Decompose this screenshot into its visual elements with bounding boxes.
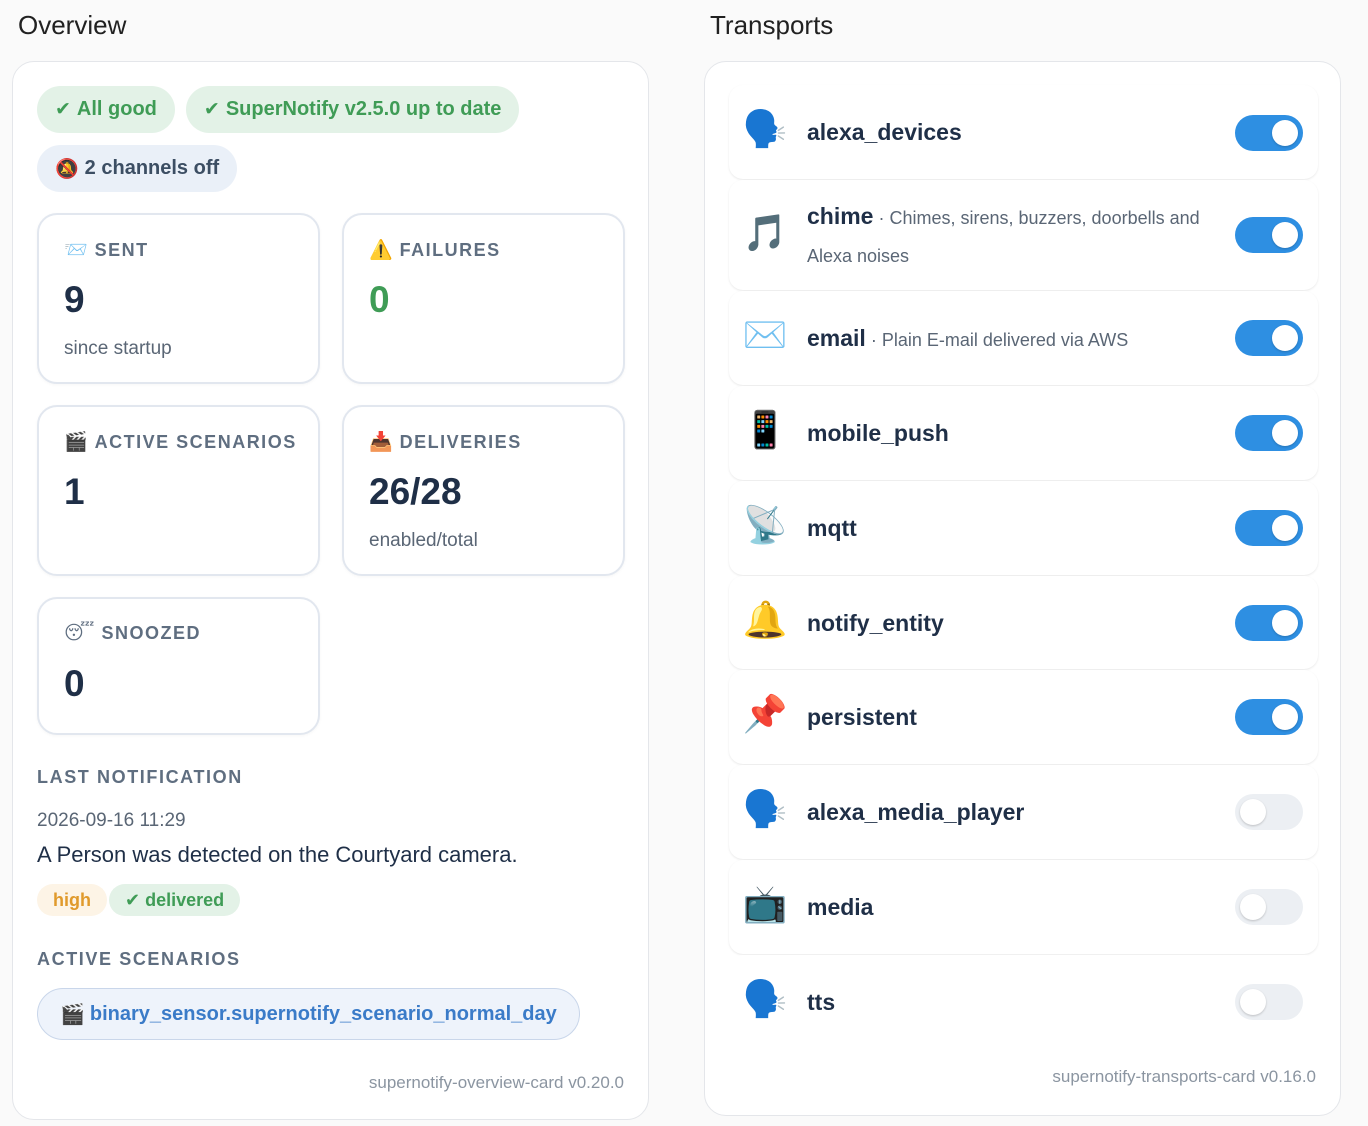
transport-toggle[interactable] [1235,889,1303,925]
mobile-phone-icon: 📱 [742,409,788,450]
stat-label: 😴 SNOOZED [64,622,201,645]
musical-note-icon: 🎵 [742,212,788,253]
transport-row-media: 📺 media [729,860,1318,954]
stat-failures[interactable]: ⚠️ FAILURES 0 [342,213,625,384]
transport-name: chime [807,203,874,229]
stat-label: ⚠️ FAILURES [369,238,501,262]
stat-sub: since startup [64,338,172,359]
scenario-link[interactable]: 🎬 binary_sensor.supernotify_scenario_nor… [37,988,580,1040]
speaking-head-icon: 🗣️ [742,788,788,829]
transport-toggle[interactable] [1235,510,1303,546]
last-notification-timestamp: 2026-09-16 11:29 [37,810,186,831]
transport-toggle[interactable] [1235,699,1303,735]
stat-deliveries[interactable]: 📥 DELIVERIES 26/28 enabled/total [342,405,625,576]
transport-row-tts: 🗣️ tts [729,955,1318,1049]
transport-row-email: ✉️ email · Plain E-mail delivered via AW… [729,291,1318,385]
check-icon: ✔ [55,99,71,120]
stat-value: 9 [64,279,85,320]
stat-label-text: SNOOZED [101,623,201,643]
warning-icon: ⚠️ [369,240,393,261]
transport-toggle[interactable] [1235,415,1303,451]
transport-name: email [807,325,866,351]
overview-card: ✔ All good ✔ SuperNotify v2.5.0 up to da… [12,61,649,1120]
transport-row-chime: 🎵 chime · Chimes, sirens, buzzers, doorb… [729,180,1318,290]
transport-name: persistent [807,704,917,730]
transport-row-mobile-push: 📱 mobile_push [729,386,1318,480]
delivery-status-badge: ✔ delivered [109,884,241,916]
transport-toggle[interactable] [1235,984,1303,1020]
stat-active-scenarios[interactable]: 🎬 ACTIVE SCENARIOS 1 [37,405,320,576]
sleeping-face-icon: 😴 [64,623,95,644]
envelope-icon: ✉️ [742,314,788,355]
stat-value: 26/28 [369,471,462,512]
transports-card: 🗣️ alexa_devices 🎵 chime · Chimes, siren… [704,61,1341,1116]
transport-toggle[interactable] [1235,605,1303,641]
transport-name: tts [807,989,836,1015]
check-icon: ✔ [203,99,220,120]
stat-value: 0 [64,663,85,704]
status-chip-channels-off[interactable]: 🔕 2 channels off [37,145,238,192]
stat-sent[interactable]: 📨 SENT 9 since startup [37,213,320,384]
status-chip-row-2: 🔕 2 channels off [37,145,238,192]
transport-list: 🗣️ alexa_devices 🎵 chime · Chimes, siren… [729,85,1318,1050]
transports-title: Transports [710,10,834,40]
last-notification-message: A Person was detected on the Courtyard c… [37,842,518,867]
inbox-tray-icon: 📨 [64,240,88,261]
status-chip-label: SuperNotify v2.5.0 up to date [225,98,502,120]
transport-row-alexa-media-player: 🗣️ alexa_media_player [729,765,1318,859]
stat-value: 0 [369,279,390,320]
bell-icon: 🔔 [742,599,788,640]
transport-name: notify_entity [807,610,944,636]
transport-name: media [807,894,874,920]
clapper-board-icon: 🎬 [60,1003,85,1026]
transport-toggle[interactable] [1235,794,1303,830]
stat-label: 📥 DELIVERIES [369,430,522,454]
transport-toggle[interactable] [1235,115,1303,151]
last-notification-tags: high ✔ delivered [37,884,241,916]
status-chip-all-good[interactable]: ✔ All good [37,86,175,133]
status-chip-label: All good [76,98,157,120]
clapper-board-icon: 🎬 [64,432,88,453]
stat-label-text: SENT [94,239,149,260]
transport-description: Plain E-mail delivered via AWS [881,330,1129,350]
stat-value: 1 [64,471,85,512]
transport-row-alexa-devices: 🗣️ alexa_devices [729,85,1318,179]
stat-label-text: FAILURES [399,239,501,260]
pushpin-icon: 📌 [742,693,788,734]
speaking-head-icon: 🗣️ [742,978,788,1019]
last-notification-heading: LAST NOTIFICATION [37,767,243,787]
stat-label: 📨 SENT [64,238,149,262]
stat-label-text: ACTIVE SCENARIOS [94,431,297,452]
transport-row-mqtt: 📡 mqtt [729,481,1318,575]
bell-off-icon: 🔕 [55,158,79,180]
stat-label: 🎬 ACTIVE SCENARIOS [64,430,297,454]
transport-name: mqtt [807,515,857,541]
overview-title: Overview [18,10,127,40]
transport-name: alexa_devices [807,119,962,145]
overview-card-version: supernotify-overview-card v0.20.0 [368,1073,624,1092]
stat-label-text: DELIVERIES [399,431,522,452]
stat-sub: enabled/total [369,530,478,551]
scenario-link-label: binary_sensor.supernotify_scenario_norma… [89,1002,557,1025]
transport-toggle[interactable] [1235,217,1303,253]
priority-badge: high [37,884,107,916]
transport-name: alexa_media_player [807,799,1025,825]
transport-name: mobile_push [807,420,949,446]
status-chip-label: 2 channels off [84,157,220,179]
transport-row-notify-entity: 🔔 notify_entity [729,576,1318,669]
inbox-icon: 📥 [369,432,393,453]
television-icon: 📺 [742,883,788,924]
status-chip-version[interactable]: ✔ SuperNotify v2.5.0 up to date [185,86,520,133]
transport-toggle[interactable] [1235,320,1303,356]
status-chip-row: ✔ All good ✔ SuperNotify v2.5.0 up to da… [37,86,520,133]
stat-snoozed[interactable]: 😴 SNOOZED 0 [37,597,320,735]
speaking-head-icon: 🗣️ [742,108,788,149]
transports-card-version: supernotify-transports-card v0.16.0 [1052,1067,1316,1086]
satellite-antenna-icon: 📡 [742,504,788,545]
active-scenarios-heading: ACTIVE SCENARIOS [37,949,241,969]
transport-row-persistent: 📌 persistent [729,670,1318,764]
